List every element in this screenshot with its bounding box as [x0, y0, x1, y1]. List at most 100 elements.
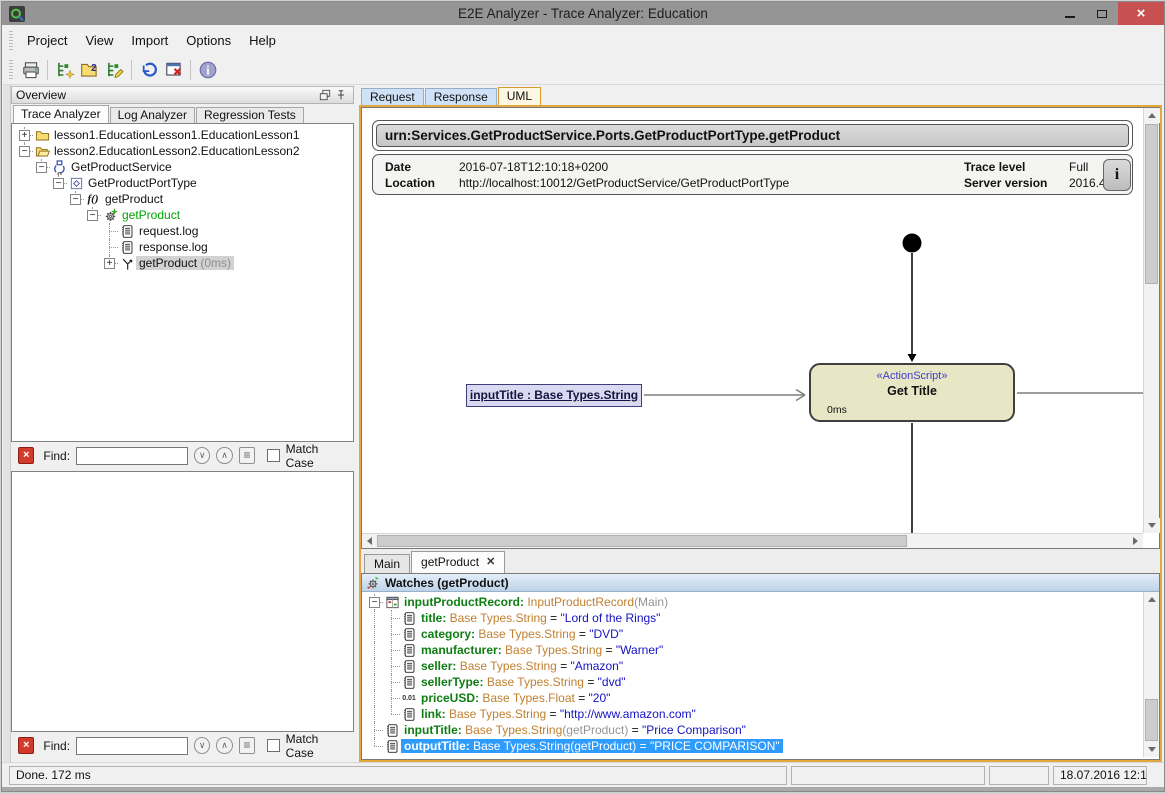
collapse-icon[interactable]: −: [369, 597, 380, 608]
print-button[interactable]: [18, 58, 43, 82]
watch-item-manufacturer[interactable]: manufacturer: Base Types.String = "Warne…: [362, 642, 1159, 658]
action-node-get-title[interactable]: «ActionScript» Get Title 0ms: [809, 363, 1015, 422]
menu-item-view[interactable]: View: [76, 25, 122, 56]
log-icon: [118, 223, 136, 239]
edit-trace-button[interactable]: [102, 58, 127, 82]
close-tab-icon[interactable]: ✕: [486, 552, 495, 573]
watch-item-inputtitle[interactable]: inputTitle: Base Types.String(getProduct…: [362, 722, 1159, 738]
toolbar-drag-grip[interactable]: [9, 60, 13, 80]
tab-regression-tests[interactable]: Regression Tests: [196, 107, 304, 123]
watches-scroll-thumb[interactable]: [1145, 699, 1158, 741]
find-input[interactable]: [76, 447, 188, 465]
find-options-icon[interactable]: ≡: [239, 447, 255, 464]
find-input[interactable]: [76, 737, 188, 755]
tree-item-getproductservice[interactable]: −GetProductService: [12, 159, 353, 175]
gear-icon: [101, 207, 119, 223]
watch-item-title[interactable]: title: Base Types.String = "Lord of the …: [362, 610, 1159, 626]
tree-item-getproduct[interactable]: −getProduct: [12, 207, 353, 223]
tab-uml[interactable]: UML: [498, 87, 541, 105]
collapse-icon[interactable]: −: [53, 178, 64, 189]
menu-drag-grip[interactable]: [9, 31, 13, 51]
maximize-button[interactable]: [1086, 2, 1118, 25]
find-previous-icon[interactable]: ∧: [216, 737, 232, 754]
tree-item-response.log[interactable]: response.log: [12, 239, 353, 255]
watch-context: (getProduct): [570, 739, 636, 753]
tree-guide: −: [366, 594, 383, 610]
scroll-down-icon[interactable]: [1144, 742, 1159, 757]
uml-vertical-scrollbar[interactable]: [1143, 108, 1159, 533]
collapse-icon[interactable]: −: [70, 194, 81, 205]
watch-item-seller[interactable]: seller: Base Types.String = "Amazon": [362, 658, 1159, 674]
find-close-icon[interactable]: ×: [18, 447, 34, 464]
tree-item-duration: (0ms): [197, 256, 231, 270]
menu-item-import[interactable]: Import: [122, 25, 177, 56]
match-case-checkbox[interactable]: [267, 449, 280, 462]
tree-item-label: getProduct: [102, 192, 166, 206]
collapse-icon[interactable]: −: [19, 146, 30, 157]
watch-type: Base Types.String: [470, 739, 571, 753]
expand-icon[interactable]: +: [104, 258, 115, 269]
tree-guide: [50, 223, 67, 239]
menu-item-project[interactable]: Project: [18, 25, 76, 56]
find-close-icon[interactable]: ×: [18, 737, 34, 754]
toolbar-separator: [190, 60, 191, 80]
collapse-icon[interactable]: −: [36, 162, 47, 173]
watch-item-inputproductrecord[interactable]: −inputProductRecord: InputProductRecord(…: [362, 594, 1159, 610]
match-case-checkbox[interactable]: [267, 739, 280, 752]
tab-trace-analyzer[interactable]: Trace Analyzer: [13, 105, 109, 123]
scroll-left-icon[interactable]: [362, 534, 377, 548]
tab-response[interactable]: Response: [425, 88, 497, 105]
find-next-icon[interactable]: ∨: [194, 737, 210, 754]
page-tab-main[interactable]: Main: [364, 554, 410, 573]
page-tab-getproduct[interactable]: getProduct✕: [411, 551, 505, 573]
record-icon: [383, 594, 401, 610]
menu-item-help[interactable]: Help: [240, 25, 285, 56]
watch-item-text: link: Base Types.String = "http://www.am…: [418, 707, 699, 721]
close-button[interactable]: ×: [1118, 2, 1164, 25]
find-previous-icon[interactable]: ∧: [216, 447, 232, 464]
import-trace-button[interactable]: [52, 58, 77, 82]
hscroll-thumb[interactable]: [377, 535, 907, 547]
action-name: Get Title: [811, 384, 1013, 398]
menu-item-options[interactable]: Options: [177, 25, 240, 56]
tree-item-getproduct[interactable]: −f()getProduct: [12, 191, 353, 207]
scroll-up-icon[interactable]: [1144, 592, 1159, 607]
tab-log-analyzer[interactable]: Log Analyzer: [110, 107, 195, 123]
tab-request[interactable]: Request: [361, 88, 424, 105]
scroll-up-icon[interactable]: [1144, 108, 1160, 123]
tree-item-request.log[interactable]: request.log: [12, 223, 353, 239]
close-window-button[interactable]: [161, 58, 186, 82]
input-pin-label[interactable]: inputTitle : Base Types.String: [466, 384, 642, 407]
tree-guide: +: [101, 255, 118, 271]
scroll-right-icon[interactable]: [1128, 534, 1143, 548]
watches-scrollbar[interactable]: [1143, 592, 1159, 757]
watch-item-link[interactable]: link: Base Types.String = "http://www.am…: [362, 706, 1159, 722]
vscroll-thumb[interactable]: [1145, 124, 1158, 284]
status-message: Done. 172 ms: [9, 766, 787, 785]
info-button[interactable]: i: [1103, 159, 1131, 191]
find-options-icon[interactable]: ≡: [239, 737, 255, 754]
watch-item-priceusd[interactable]: 0.01priceUSD: Base Types.Float = "20": [362, 690, 1159, 706]
tree-item-lesson1.educationlesson1.educationlesson1[interactable]: +lesson1.EducationLesson1.EducationLesso…: [12, 127, 353, 143]
watch-item-sellertype[interactable]: sellerType: Base Types.String = "dvd": [362, 674, 1159, 690]
info-button[interactable]: i: [195, 58, 220, 82]
watch-item-category[interactable]: category: Base Types.String = "DVD": [362, 626, 1159, 642]
tree-item-getproductporttype[interactable]: −GetProductPortType: [12, 175, 353, 191]
watch-item-outputtitle[interactable]: outputTitle: Base Types.String(getProduc…: [362, 738, 1159, 754]
tree-guide: [101, 223, 118, 239]
tree-item-getproduct[interactable]: +getProduct (0ms): [12, 255, 353, 271]
tree-guide: [383, 642, 400, 658]
log-icon: [118, 239, 136, 255]
find-next-icon[interactable]: ∨: [194, 447, 210, 464]
import-folder-button[interactable]: 2: [77, 58, 102, 82]
undo-button[interactable]: [136, 58, 161, 82]
scroll-down-icon[interactable]: [1144, 518, 1160, 533]
tree-item-lesson2.educationlesson2.educationlesson2[interactable]: −lesson2.EducationLesson2.EducationLesso…: [12, 143, 353, 159]
uml-horizontal-scrollbar[interactable]: [362, 533, 1143, 548]
minimize-button[interactable]: [1054, 2, 1086, 25]
expand-icon[interactable]: +: [19, 130, 30, 141]
tree-guide: [366, 706, 383, 722]
collapse-icon[interactable]: −: [87, 210, 98, 221]
pin-panel-icon[interactable]: [333, 88, 349, 102]
float-panel-icon[interactable]: [317, 88, 333, 102]
